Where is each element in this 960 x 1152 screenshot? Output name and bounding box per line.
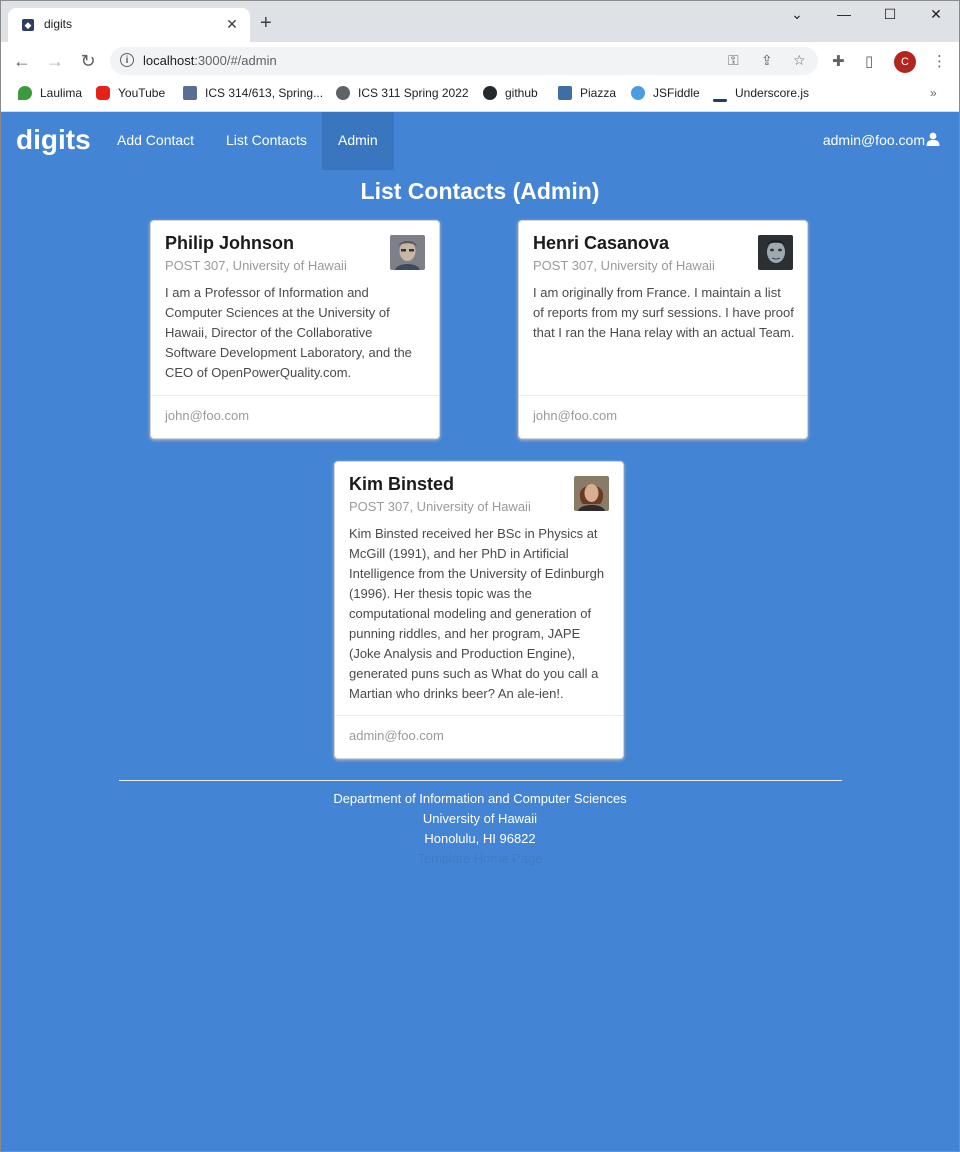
nav-add-contact[interactable]: Add Contact xyxy=(117,132,194,148)
bookmark-ics311[interactable]: ICS 311 Spring 2022 xyxy=(336,86,469,100)
bookmark-piazza[interactable]: Piazza xyxy=(558,86,616,100)
bookmark-jsfiddle[interactable]: JSFiddle xyxy=(631,86,700,100)
contact-card: Kim Binsted POST 307, University of Hawa… xyxy=(334,461,624,759)
tab-search-icon[interactable]: ⌄ xyxy=(782,6,812,23)
browser-toolbar: ← → ↻ i localhost:3000/#/admin ⚿ ⇪ ☆ ✚ ▯… xyxy=(0,42,960,80)
user-icon xyxy=(926,132,940,146)
footer-university: University of Hawaii xyxy=(422,811,538,826)
course-icon xyxy=(183,86,197,100)
menu-kebab-icon[interactable]: ⋮ xyxy=(932,52,947,70)
card-footer: admin@foo.com xyxy=(335,715,623,758)
contact-card: Henri Casanova POST 307, University of H… xyxy=(518,220,808,439)
contact-description: Kim Binsted received her BSc in Physics … xyxy=(349,526,605,701)
bookmarks-bar: Laulima YouTube ICS 314/613, Spring... I… xyxy=(0,80,960,112)
footer-department: Department of Information and Computer S… xyxy=(333,791,627,806)
contact-owner: john@foo.com xyxy=(165,408,250,423)
contact-name: Philip Johnson xyxy=(165,233,294,253)
address-bar[interactable]: i localhost:3000/#/admin ⚿ ⇪ ☆ xyxy=(110,47,818,75)
contact-photo xyxy=(390,235,425,270)
contact-name: Henri Casanova xyxy=(533,233,670,253)
bookmark-ics314[interactable]: ICS 314/613, Spring... xyxy=(183,86,323,100)
contact-description: I am a Professor of Information and Comp… xyxy=(165,285,412,380)
bookmark-github[interactable]: github xyxy=(483,86,538,100)
minimize-icon[interactable]: — xyxy=(829,6,859,22)
contact-description: I am originally from France. I maintain … xyxy=(533,285,795,340)
bookmark-laulima[interactable]: Laulima xyxy=(18,86,82,100)
tab-title: digits xyxy=(44,17,73,31)
youtube-icon xyxy=(96,86,110,100)
share-icon[interactable]: ⇪ xyxy=(761,52,773,69)
back-icon[interactable]: ← xyxy=(11,50,33,72)
window-close-icon[interactable]: ✕ xyxy=(921,6,951,23)
site-info-icon[interactable]: i xyxy=(120,53,134,67)
bookmark-underscore[interactable]: Underscore.js xyxy=(713,86,809,102)
user-menu[interactable]: admin@foo.com xyxy=(823,132,940,148)
underscore-icon xyxy=(713,99,727,102)
contact-photo xyxy=(758,235,793,270)
forward-icon[interactable]: → xyxy=(44,50,66,72)
bookmark-youtube[interactable]: YouTube xyxy=(96,86,165,100)
footer-template-link[interactable]: Template Home Page xyxy=(0,851,960,866)
address-url: localhost:3000/#/admin xyxy=(143,53,277,68)
reload-icon[interactable]: ↻ xyxy=(77,50,99,72)
side-panel-icon[interactable]: ▯ xyxy=(865,52,873,70)
card-footer: john@foo.com xyxy=(151,395,439,438)
tab-strip: ◆ digits ✕ + ⌄ — ☐ ✕ xyxy=(0,0,960,42)
card-footer: john@foo.com xyxy=(519,395,807,438)
page-title: List Contacts (Admin) xyxy=(360,178,600,204)
contact-address: POST 307, University of Hawaii xyxy=(165,258,347,273)
contact-address: POST 307, University of Hawaii xyxy=(349,499,531,514)
contact-card: Philip Johnson POST 307, University of H… xyxy=(150,220,440,439)
contact-owner: admin@foo.com xyxy=(349,728,444,743)
tab-favicon-icon: ◆ xyxy=(22,19,34,31)
extensions-icon[interactable]: ✚ xyxy=(832,52,845,70)
globe-icon xyxy=(336,86,350,100)
nav-list-contacts[interactable]: List Contacts xyxy=(226,132,307,148)
jsfiddle-icon xyxy=(631,86,645,100)
nav-admin[interactable]: Admin xyxy=(338,132,378,148)
contact-photo xyxy=(574,476,609,511)
contact-owner: john@foo.com xyxy=(533,408,618,423)
laulima-icon xyxy=(18,86,32,100)
profile-avatar[interactable]: C xyxy=(894,51,916,73)
user-email: admin@foo.com xyxy=(822,132,925,148)
tab-close-icon[interactable]: ✕ xyxy=(224,16,240,32)
brand-logo[interactable]: digits xyxy=(16,124,91,156)
contact-address: POST 307, University of Hawaii xyxy=(533,258,715,273)
bookmark-star-icon[interactable]: ☆ xyxy=(793,52,806,69)
new-tab-icon[interactable]: + xyxy=(260,13,272,33)
maximize-icon[interactable]: ☐ xyxy=(875,6,905,23)
app-navbar: digits Add Contact List Contacts Admin a… xyxy=(0,112,960,170)
footer-address: Honolulu, HI 96822 xyxy=(424,831,536,846)
github-icon xyxy=(483,86,497,100)
contact-name: Kim Binsted xyxy=(349,474,455,494)
key-icon[interactable]: ⚿ xyxy=(728,52,739,69)
footer-divider xyxy=(119,780,842,781)
browser-tab[interactable]: ◆ digits ✕ xyxy=(8,8,250,42)
more-bookmarks-icon[interactable]: » xyxy=(930,86,937,100)
piazza-icon xyxy=(558,86,572,100)
